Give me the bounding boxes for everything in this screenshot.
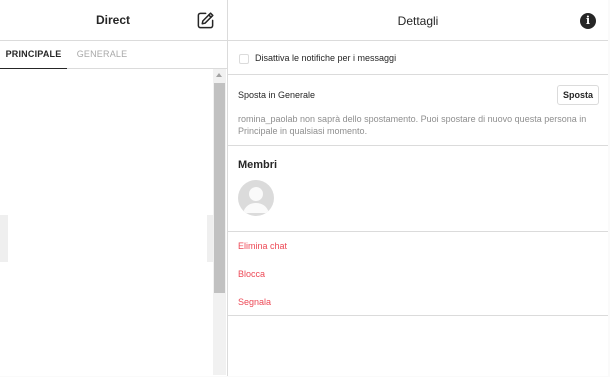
conversation-list-scrollbar[interactable] — [213, 69, 226, 375]
member-avatar[interactable] — [238, 180, 274, 216]
inbox-tabs: PRINCIPALE GENERALE — [0, 41, 227, 69]
inbox-header: Direct — [0, 0, 227, 41]
details-header: Dettagli i — [228, 0, 608, 41]
inbox-title: Direct — [95, 13, 130, 27]
edit-square-icon[interactable] — [196, 11, 215, 30]
move-button[interactable]: Sposta — [557, 85, 599, 105]
move-to-general-title: Sposta in Generale — [238, 90, 316, 100]
delete-chat-link[interactable]: Elimina chat — [238, 241, 287, 251]
move-description: romina_paolab non saprà dello spostament… — [238, 114, 587, 136]
members-section: Membri — [228, 146, 608, 232]
mute-notifications-checkbox[interactable] — [239, 54, 249, 64]
tab-generale[interactable]: GENERALE — [67, 41, 137, 69]
app-frame: Direct PRINCIPALE GENERALE Dettagli i Di… — [0, 0, 608, 376]
conversation-item-edge — [0, 215, 8, 262]
members-title: Membri — [238, 159, 278, 171]
scrollbar-thumb[interactable] — [214, 83, 225, 293]
details-panel: Dettagli i Disattiva le notifiche per i … — [228, 0, 608, 376]
mute-notifications-label[interactable]: Disattiva le notifiche per i messaggi — [255, 53, 396, 63]
move-to-general-section: Sposta in Generale Sposta romina_paolab … — [228, 75, 608, 146]
tab-principale[interactable]: PRINCIPALE — [0, 41, 67, 69]
details-title: Dettagli — [397, 14, 439, 28]
scroll-up-arrow-icon[interactable] — [216, 73, 222, 77]
chat-actions: Elimina chat Blocca Segnala — [228, 232, 608, 316]
mute-notifications-row: Disattiva le notifiche per i messaggi — [228, 41, 608, 75]
info-icon[interactable]: i — [580, 13, 596, 29]
inbox-panel: Direct PRINCIPALE GENERALE — [0, 0, 228, 376]
block-link[interactable]: Blocca — [238, 269, 265, 279]
report-link[interactable]: Segnala — [238, 297, 271, 307]
